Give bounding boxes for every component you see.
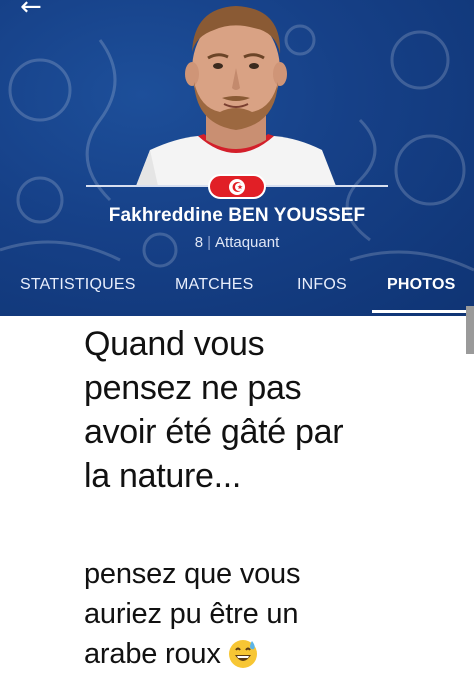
player-meta: 8 | Attaquant: [0, 234, 474, 251]
back-arrow-icon[interactable]: ←: [20, 0, 56, 22]
meme-line: la nature...: [84, 457, 242, 495]
meme-line: auriez pu être un: [84, 598, 299, 630]
tab-photos[interactable]: PHOTOS: [387, 276, 455, 294]
active-tab-indicator: [372, 310, 474, 313]
meme-line: Quand vous: [84, 325, 265, 363]
meme-line: avoir été gâté par: [84, 413, 344, 451]
player-number: 8: [194, 234, 204, 251]
profile-header: ← Fakhreddine BEN YOUSSEF 8 | Attaquant …: [0, 0, 474, 316]
meme-text-bottom: pensez que vous auriez pu être un arabe …: [84, 554, 444, 680]
meme-text-top: Quand vous pensez ne pas avoir été gâté …: [84, 322, 424, 498]
player-photo: [136, 6, 336, 186]
tab-bar: STATISTIQUES MATCHES INFOS PHOTOS: [0, 268, 474, 313]
meme-line-text: arabe roux: [84, 638, 221, 670]
scrollbar[interactable]: [466, 306, 474, 354]
grinning-sweat-emoji-icon: [227, 637, 259, 680]
meme-line: pensez que vous: [84, 558, 301, 590]
meme-line: pensez ne pas: [84, 369, 302, 407]
tunisia-flag-icon: [208, 174, 266, 199]
tab-matches[interactable]: MATCHES: [175, 276, 253, 294]
meme-line: arabe roux: [84, 634, 444, 680]
tab-statistiques[interactable]: STATISTIQUES: [20, 276, 136, 294]
player-position: Attaquant: [215, 234, 280, 251]
meta-separator: |: [207, 234, 212, 251]
player-name: Fakhreddine BEN YOUSSEF: [108, 205, 366, 226]
tab-infos[interactable]: INFOS: [297, 276, 347, 294]
